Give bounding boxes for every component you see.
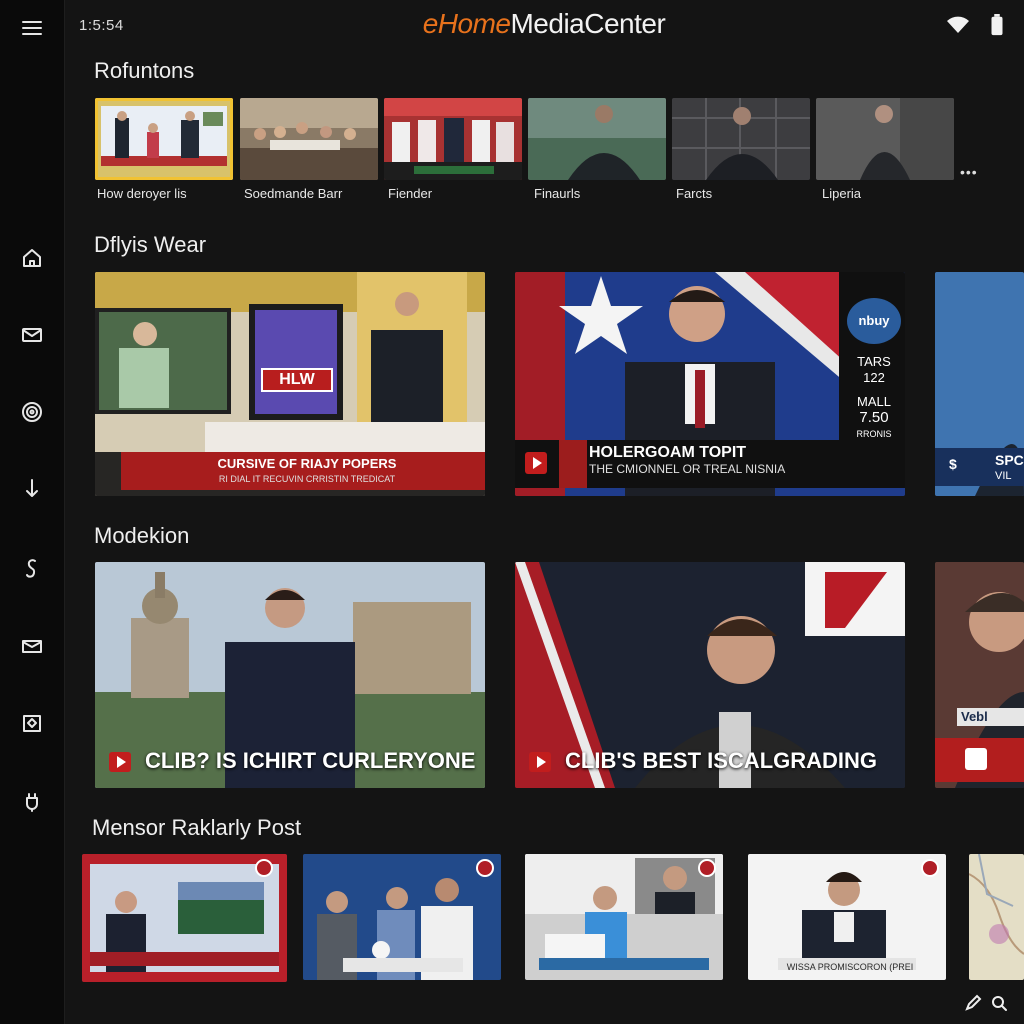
video-caption: CLIB? IS ICHIRT CURLERYONE [145, 748, 476, 773]
news-card-1[interactable]: HLW CURSIVE OF RIAJY POPERS RI DIAL IT R… [95, 272, 485, 496]
thumbnail-1[interactable] [95, 98, 233, 180]
home-icon[interactable] [16, 242, 48, 274]
plug-icon[interactable] [16, 786, 48, 818]
ticker-headline: HOLERGOAM TOPIT [589, 444, 747, 461]
side-info-line-1: TARS 122 [857, 354, 891, 385]
play-icon[interactable] [525, 452, 547, 474]
news-card-3[interactable]: $ SPC VIL [935, 272, 1024, 496]
video-caption: Vebl [957, 708, 1024, 726]
play-icon[interactable] [109, 752, 131, 772]
thumbnail-caption-2: Soedmande Barr [244, 186, 343, 201]
wifi-icon [947, 16, 969, 33]
post-caption: WISSA PROMISCORON (PREI [786, 962, 914, 972]
ticker-headline: CURSIVE OF RIAJY POPERS [217, 456, 397, 471]
post-thumbnail-4[interactable]: WISSA PROMISCORON (PREI [748, 854, 946, 980]
section-title-2: Dflyis Wear [94, 232, 207, 257]
side-info-line-3: 7.50 [859, 409, 889, 426]
thumbnail-caption-5: Farcts [676, 186, 713, 201]
thumbnail-caption-6: Liperia [822, 186, 862, 201]
app-title: eHomeMediaCenter [64, 8, 1024, 40]
battery-icon [991, 14, 1003, 36]
thumbnail-caption-3: Fiender [388, 186, 433, 201]
news-ticker: CURSIVE OF RIAJY POPERS RI DIAL IT RECUV… [95, 452, 485, 496]
thumbnail-caption-1: How deroyer lis [97, 186, 187, 201]
thumbnail-5[interactable] [672, 98, 810, 180]
side-info-panel: TARS 122 MALL 7.50 RRONIS [845, 354, 903, 442]
video-card-2[interactable]: CLIB'S BEST ISCALGRADING [515, 562, 905, 788]
map-icon[interactable] [16, 707, 48, 739]
mail-icon[interactable] [16, 319, 48, 351]
post-thumbnail-5[interactable] [969, 854, 1024, 980]
ticker-subline: THE CMIONNEL OR TREAL NISNIA [589, 462, 786, 476]
thumbnail-3[interactable] [384, 98, 522, 180]
spiral-icon[interactable] [16, 396, 48, 428]
screen-label: HLW [261, 368, 333, 392]
thumbnail-caption-4: Finaurls [534, 186, 581, 201]
envelope-icon[interactable] [16, 630, 48, 662]
video-card-1[interactable]: CLIB? IS ICHIRT CURLERYONE [95, 562, 485, 788]
bottom-tools [964, 994, 1008, 1012]
ticker-subline: VIL [995, 470, 1012, 482]
top-bar: 1:5:54 eHomeMediaCenter [64, 0, 1024, 52]
app-title-rest: MediaCenter [510, 8, 666, 39]
video-caption: CLIB'S BEST ISCALGRADING [565, 748, 878, 773]
thumbnail-6[interactable] [816, 98, 954, 180]
thumbnail-4[interactable] [528, 98, 666, 180]
status-icons [946, 14, 1004, 36]
play-icon[interactable] [965, 748, 987, 770]
post-thumbnail-1[interactable] [82, 854, 287, 982]
channel-logo: nbuy [847, 298, 901, 344]
dollar-icon: $ [949, 456, 957, 472]
news-ticker: HOLERGOAM TOPIT THE CMIONNEL OR TREAL NI… [515, 440, 905, 488]
thumbnail-2[interactable] [240, 98, 378, 180]
menu-icon[interactable] [16, 12, 48, 44]
side-info-line-2: MALL [857, 394, 891, 409]
ticker-subline: RI DIAL IT RECUVIN CRRISTIN TREDICAT [218, 474, 396, 484]
app-title-accent: eHome [422, 8, 511, 39]
link-icon[interactable] [16, 552, 48, 584]
download-icon[interactable] [16, 473, 48, 505]
more-indicator[interactable]: ••• [960, 164, 978, 180]
sidebar [0, 0, 65, 1024]
section-title-3: Modekion [94, 523, 190, 548]
play-icon[interactable] [529, 752, 551, 772]
pencil-icon[interactable] [964, 994, 982, 1012]
search-icon[interactable] [990, 994, 1008, 1012]
section-title-4: Mensor Raklarly Post [92, 815, 302, 840]
section-title-1: Rofuntons [94, 58, 195, 83]
ticker-headline: SPC [995, 452, 1024, 468]
post-thumbnail-3[interactable] [525, 854, 723, 980]
video-card-3[interactable]: Vebl [935, 562, 1024, 788]
post-thumbnail-2[interactable] [303, 854, 501, 980]
news-card-2[interactable]: nbuy TARS 122 MALL 7.50 RRONIS HOLERGOAM… [515, 272, 905, 496]
